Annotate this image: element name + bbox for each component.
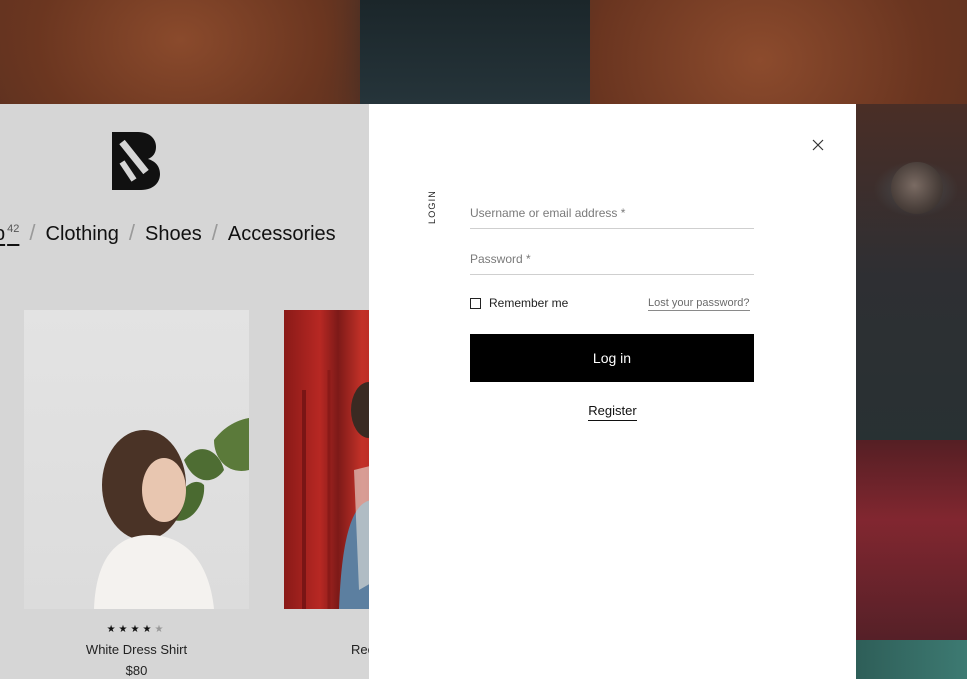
product-name[interactable]: White Dress Shirt: [24, 642, 249, 657]
register-link-wrapper: Register: [369, 402, 856, 421]
password-input[interactable]: [470, 244, 754, 275]
product-name[interactable]: Rec: [351, 642, 369, 657]
product-image[interactable]: [284, 310, 369, 609]
background-red-patch: [856, 440, 967, 640]
nav-item-clothing[interactable]: Clothing: [46, 223, 119, 246]
product-card[interactable]: ★★★★★ White Dress Shirt $80: [24, 310, 249, 679]
username-input[interactable]: [470, 198, 754, 229]
star-icon: ★: [106, 624, 119, 635]
login-section-label: LOGIN: [427, 189, 437, 224]
nav-separator: /: [211, 220, 218, 245]
star-empty-icon: ★: [154, 624, 167, 635]
product-image[interactable]: [24, 310, 249, 609]
nav-item-accessories[interactable]: Accessories: [228, 223, 336, 246]
remember-me-toggle[interactable]: Remember me: [470, 296, 568, 310]
background-shadow: [360, 0, 590, 110]
background-coat-button: [891, 162, 943, 214]
background-teal-patch: [856, 640, 967, 679]
close-button[interactable]: [807, 134, 829, 156]
nav-separator: /: [29, 220, 36, 245]
nav-item-shoes[interactable]: Shoes: [145, 223, 202, 246]
remember-me-checkbox[interactable]: [470, 297, 481, 309]
star-icon: ★: [130, 624, 143, 635]
nav-item-shop[interactable]: p42: [0, 223, 19, 246]
nav-item-count: 42: [7, 223, 20, 236]
lost-password-link[interactable]: Lost your password?: [648, 297, 750, 311]
register-link[interactable]: Register: [588, 403, 637, 421]
login-button[interactable]: Log in: [470, 334, 754, 382]
star-icon: ★: [118, 624, 131, 635]
product-rating: ★★★★★: [24, 624, 249, 635]
product-card[interactable]: Rec: [284, 310, 369, 679]
remember-me-label: Remember me: [489, 296, 569, 310]
star-icon: ★: [142, 624, 155, 635]
nav-separator: /: [128, 220, 136, 245]
shop-page: p42 / Clothing / Shoes / Accessories ★★: [0, 104, 369, 679]
product-price: $80: [125, 663, 148, 678]
login-modal: LOGIN Remember me Lost your password? Lo…: [369, 104, 856, 679]
category-nav: p42 / Clothing / Shoes / Accessories: [0, 220, 336, 246]
brand-logo-icon[interactable]: [112, 132, 160, 190]
close-icon[interactable]: [812, 139, 824, 151]
